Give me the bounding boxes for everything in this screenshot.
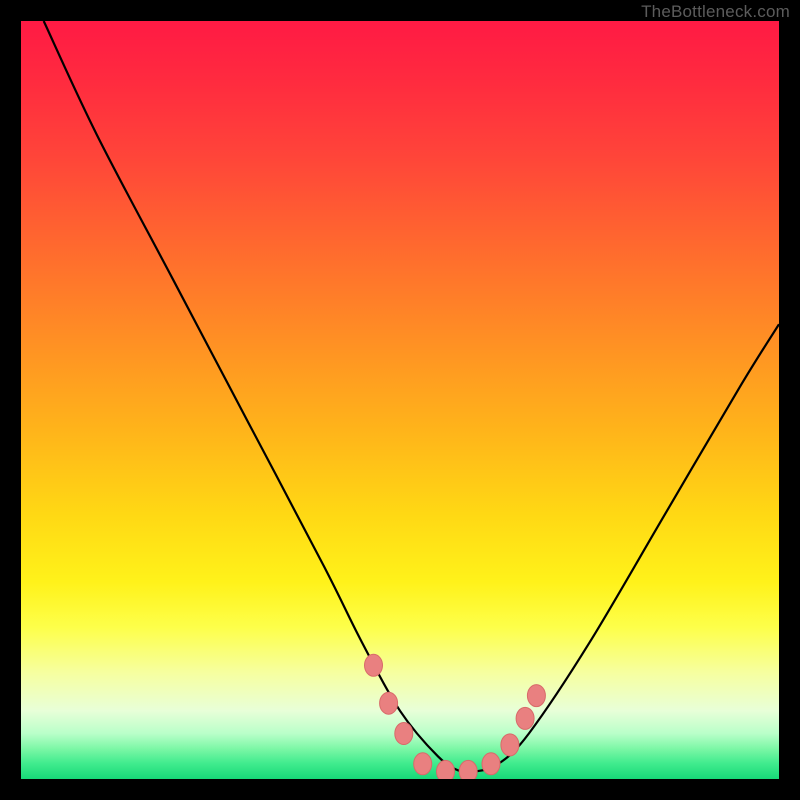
curve-marker <box>501 734 519 756</box>
curve-marker <box>365 654 383 676</box>
chart-svg <box>21 21 779 779</box>
curve-marker <box>482 753 500 775</box>
chart-frame <box>21 21 779 779</box>
curve-marker <box>437 760 455 779</box>
plot-area <box>21 21 779 779</box>
curve-marker <box>516 707 534 729</box>
curve-markers <box>365 654 546 779</box>
curve-marker <box>527 685 545 707</box>
curve-marker <box>414 753 432 775</box>
bottleneck-curve <box>44 21 779 773</box>
curve-marker <box>380 692 398 714</box>
curve-marker <box>459 760 477 779</box>
watermark-text: TheBottleneck.com <box>641 2 790 22</box>
curve-marker <box>395 723 413 745</box>
